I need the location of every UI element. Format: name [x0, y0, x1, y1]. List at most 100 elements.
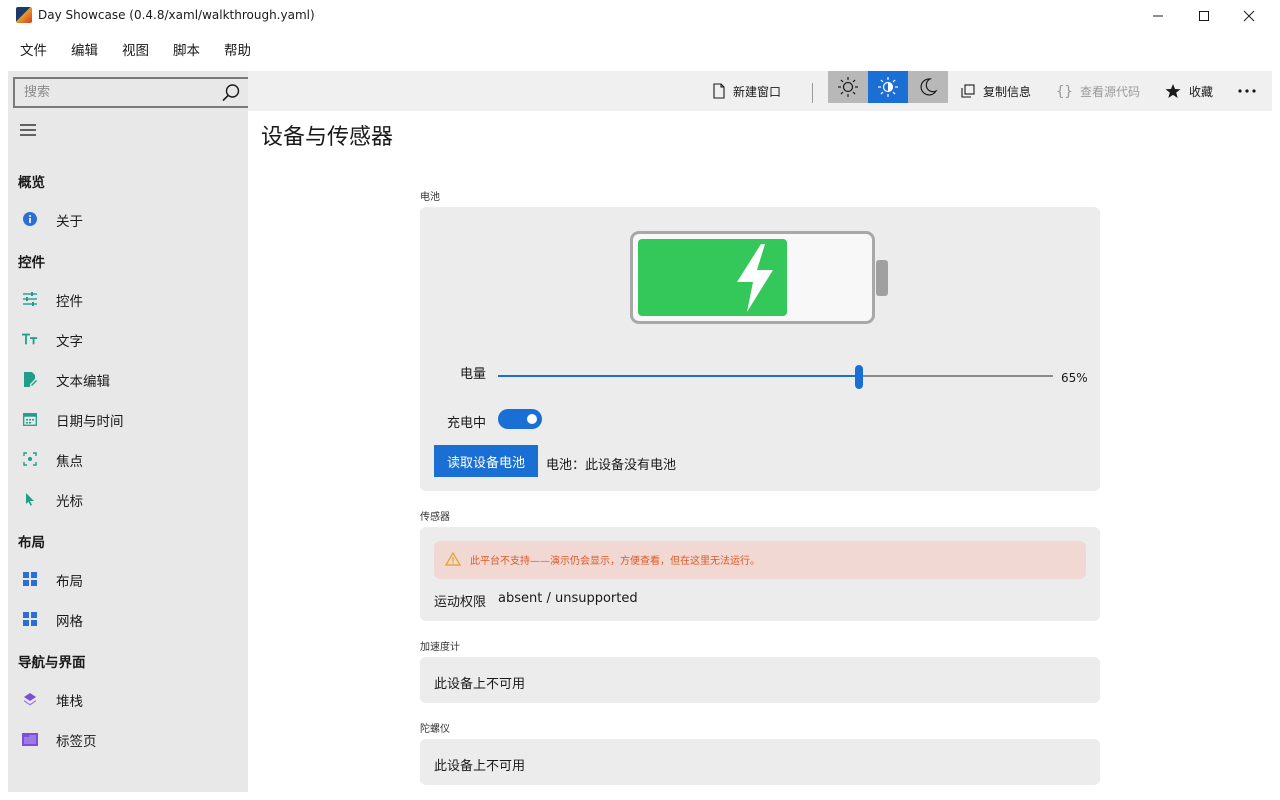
menu-help[interactable]: 帮助	[212, 32, 263, 70]
menu-bar: 文件 编辑 视图 脚本 帮助	[0, 32, 1280, 70]
unsupported-warning: 此平台不支持——演示仍会显示，方便查看，但在这里无法运行。	[434, 541, 1086, 579]
sidebar-item-tabs[interactable]: 标签页	[8, 721, 248, 757]
document-edit-icon	[22, 371, 38, 387]
sidebar-item-label: 文字	[56, 334, 83, 350]
charging-toggle[interactable]	[498, 409, 542, 429]
sidebar: 概览 关于 控件 控件 文字 文本编辑 日期与时间 焦点	[8, 71, 251, 792]
sidebar-item-label: 焦点	[56, 454, 83, 470]
battery-level-slider-thumb[interactable]	[855, 365, 863, 389]
maximize-icon	[1199, 11, 1209, 21]
theme-auto-button[interactable]	[868, 71, 908, 103]
section-navigation: 导航与界面	[18, 655, 86, 671]
cursor-icon	[22, 491, 38, 507]
section-controls: 控件	[18, 255, 45, 271]
sidebar-item-label: 控件	[56, 294, 83, 310]
sensors-section-label: 传感器	[420, 512, 450, 523]
sidebar-item-text-edit[interactable]: 文本编辑	[8, 361, 248, 397]
toolbar-divider	[812, 83, 813, 103]
more-dots-icon	[1238, 89, 1256, 93]
new-window-button[interactable]: 新建窗口	[713, 71, 781, 111]
accelerometer-section-label: 加速度计	[420, 642, 460, 653]
accelerometer-status: 此设备上不可用	[434, 677, 526, 692]
maximize-button[interactable]	[1181, 0, 1227, 32]
motion-permission-label: 运动权限	[434, 595, 487, 610]
sidebar-item-label: 堆栈	[56, 694, 83, 710]
minimize-icon	[1153, 15, 1163, 17]
view-source-label: 查看源代码	[1080, 84, 1141, 99]
theme-dark-button[interactable]	[908, 71, 948, 103]
close-button[interactable]	[1226, 0, 1272, 32]
menu-edit[interactable]: 编辑	[59, 32, 110, 70]
gyroscope-card: 此设备上不可用	[420, 739, 1100, 785]
grid-icon	[22, 611, 38, 627]
motion-permission-value: absent / unsupported	[498, 591, 638, 606]
warning-text: 此平台不支持——演示仍会显示，方便查看，但在这里无法运行。	[470, 556, 760, 567]
sidebar-item-label: 关于	[56, 214, 83, 230]
view-source-button[interactable]: {} 查看源代码	[1056, 71, 1140, 111]
new-window-label: 新建窗口	[733, 84, 782, 99]
copy-info-button[interactable]: 复制信息	[961, 71, 1031, 111]
battery-level-slider-track[interactable]	[498, 375, 1053, 377]
window-title: Day Showcase (0.4.8/xaml/walkthrough.yam…	[38, 8, 315, 22]
battery-level-label: 电量	[460, 367, 487, 382]
layout-grid-icon	[22, 571, 38, 587]
app-icon	[16, 7, 32, 23]
section-overview: 概览	[18, 175, 45, 191]
sidebar-item-stack[interactable]: 堆栈	[8, 681, 248, 717]
sidebar-item-controls[interactable]: 控件	[8, 281, 248, 317]
lightning-bolt-icon	[737, 244, 773, 312]
page-title: 设备与传感器	[261, 125, 394, 150]
sensors-card: 此平台不支持——演示仍会显示，方便查看，但在这里无法运行。 运动权限 absen…	[420, 527, 1100, 621]
warning-icon	[445, 552, 461, 566]
sidebar-item-cursor[interactable]: 光标	[8, 481, 248, 517]
sidebar-item-datetime[interactable]: 日期与时间	[8, 401, 248, 437]
battery-status-text: 电池：此设备没有电池	[546, 458, 677, 473]
battery-level-slider-fill	[498, 375, 859, 377]
copy-info-label: 复制信息	[983, 84, 1032, 99]
text-size-icon	[22, 331, 38, 347]
menu-script[interactable]: 脚本	[161, 32, 212, 70]
battery-card: 电量 65% 充电中 读取设备电池 电池：此设备没有电池	[420, 207, 1100, 491]
star-icon	[1165, 84, 1181, 98]
sidebar-item-text[interactable]: 文字	[8, 321, 248, 357]
tab-page-icon	[22, 731, 38, 747]
copy-icon	[961, 84, 975, 98]
sidebar-item-focus[interactable]: 焦点	[8, 441, 248, 477]
sidebar-item-label: 标签页	[56, 734, 97, 750]
search-icon[interactable]	[221, 83, 241, 103]
sidebar-item-grid[interactable]: 网格	[8, 601, 248, 637]
sidebar-item-label: 布局	[56, 574, 83, 590]
sidebar-item-layout[interactable]: 布局	[8, 561, 248, 597]
theme-light-button[interactable]	[828, 71, 868, 103]
accelerometer-card: 此设备上不可用	[420, 657, 1100, 703]
charging-toggle-knob	[527, 414, 537, 424]
favorite-label: 收藏	[1189, 84, 1214, 99]
battery-terminal	[876, 260, 888, 296]
search-input[interactable]	[15, 79, 215, 106]
toolbar: 新建窗口 复制信息 {} 查看源代码 收藏	[248, 71, 1272, 111]
code-braces-icon: {}	[1056, 84, 1072, 99]
sliders-icon	[22, 291, 38, 307]
read-device-battery-button[interactable]: 读取设备电池	[434, 445, 538, 477]
hamburger-menu-icon[interactable]	[19, 123, 37, 137]
sidebar-item-label: 日期与时间	[56, 414, 124, 430]
charging-label: 充电中	[447, 416, 487, 431]
close-icon	[1243, 10, 1255, 22]
more-options-button[interactable]	[1238, 71, 1256, 111]
minimize-button[interactable]	[1135, 0, 1181, 32]
menu-file[interactable]: 文件	[8, 32, 59, 70]
menu-view[interactable]: 视图	[110, 32, 161, 70]
section-layout: 布局	[18, 535, 45, 551]
stack-layers-icon	[22, 691, 38, 707]
sidebar-item-about[interactable]: 关于	[8, 201, 248, 237]
sidebar-item-label: 光标	[56, 494, 83, 510]
title-bar: Day Showcase (0.4.8/xaml/walkthrough.yam…	[0, 0, 1280, 32]
svg-text:{}: {}	[1056, 84, 1072, 99]
half-sun-icon	[878, 77, 898, 97]
info-icon	[22, 211, 38, 227]
favorite-button[interactable]: 收藏	[1165, 71, 1213, 111]
sidebar-item-label: 文本编辑	[56, 374, 110, 390]
gyroscope-section-label: 陀螺仪	[420, 724, 450, 735]
battery-section-label: 电池	[420, 192, 440, 203]
search-box	[13, 77, 251, 108]
